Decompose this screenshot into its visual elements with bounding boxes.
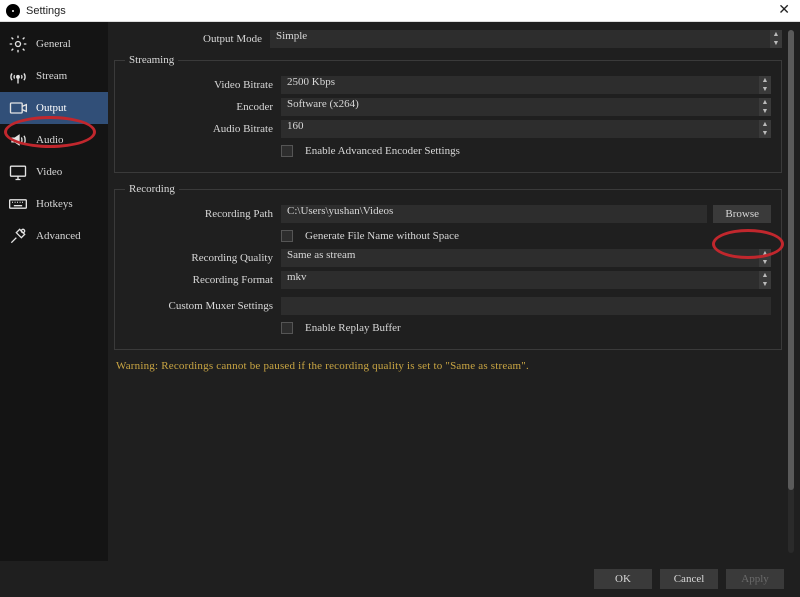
- apply-button[interactable]: Apply: [726, 569, 784, 589]
- app-icon: [6, 4, 20, 18]
- sidebar-item-label: Hotkeys: [36, 198, 73, 210]
- cancel-button[interactable]: Cancel: [660, 569, 718, 589]
- generate-no-space-label: Generate File Name without Space: [305, 230, 459, 242]
- keyboard-icon: [8, 194, 28, 214]
- close-button[interactable]: ✕: [774, 2, 794, 19]
- sidebar-item-stream[interactable]: Stream: [0, 60, 108, 92]
- output-icon: [8, 98, 28, 118]
- recording-group: Recording Recording Path C:\Users\yushan…: [114, 183, 782, 350]
- enable-replay-label: Enable Replay Buffer: [305, 322, 401, 334]
- recording-quality-spinner[interactable]: ▲▼: [759, 249, 771, 267]
- audio-bitrate-spinner[interactable]: ▲▼: [759, 120, 771, 138]
- sidebar-item-general[interactable]: General: [0, 28, 108, 60]
- video-bitrate-spinner[interactable]: ▲▼: [759, 76, 771, 94]
- sidebar: General Stream Output Audio Video Hotkey…: [0, 22, 108, 561]
- enable-advanced-label: Enable Advanced Encoder Settings: [305, 145, 460, 157]
- audio-bitrate-select[interactable]: 160: [281, 120, 771, 138]
- select-spinner[interactable]: ▲▼: [770, 30, 782, 48]
- browse-button[interactable]: Browse: [713, 205, 771, 223]
- tools-icon: [8, 226, 28, 246]
- sidebar-item-audio[interactable]: Audio: [0, 124, 108, 156]
- muxer-input[interactable]: [281, 297, 771, 315]
- titlebar: Settings ✕: [0, 0, 800, 22]
- video-bitrate-label: Video Bitrate: [125, 79, 281, 91]
- output-mode-select[interactable]: Simple: [270, 30, 782, 48]
- encoder-spinner[interactable]: ▲▼: [759, 98, 771, 116]
- main-panel: Output Mode Simple ▲▼ Streaming Video Bi…: [108, 22, 800, 561]
- broadcast-icon: [8, 66, 28, 86]
- enable-replay-checkbox[interactable]: [281, 322, 293, 334]
- sidebar-item-label: Output: [36, 102, 67, 114]
- muxer-label: Custom Muxer Settings: [125, 300, 281, 312]
- video-bitrate-input[interactable]: 2500 Kbps: [281, 76, 771, 94]
- streaming-legend: Streaming: [125, 54, 178, 66]
- warning-text: Warning: Recordings cannot be paused if …: [116, 360, 780, 372]
- sidebar-item-hotkeys[interactable]: Hotkeys: [0, 188, 108, 220]
- recording-path-label: Recording Path: [125, 208, 281, 220]
- recording-legend: Recording: [125, 183, 179, 195]
- ok-button[interactable]: OK: [594, 569, 652, 589]
- recording-quality-select[interactable]: Same as stream: [281, 249, 771, 267]
- recording-format-select[interactable]: mkv: [281, 271, 771, 289]
- app-body: General Stream Output Audio Video Hotkey…: [0, 22, 800, 597]
- speaker-icon: [8, 130, 28, 150]
- sidebar-item-advanced[interactable]: Advanced: [0, 220, 108, 252]
- streaming-group: Streaming Video Bitrate 2500 Kbps ▲▼ Enc…: [114, 54, 782, 173]
- sidebar-item-label: Video: [36, 166, 62, 178]
- sidebar-item-label: Stream: [36, 70, 67, 82]
- scrollbar-thumb[interactable]: [788, 30, 794, 490]
- footer: OK Cancel Apply: [0, 561, 800, 597]
- recording-path-input[interactable]: C:\Users\yushan\Videos: [281, 205, 707, 223]
- audio-bitrate-label: Audio Bitrate: [125, 123, 281, 135]
- enable-advanced-checkbox[interactable]: [281, 145, 293, 157]
- scrollbar[interactable]: [788, 30, 794, 553]
- recording-quality-label: Recording Quality: [125, 252, 281, 264]
- sidebar-item-output[interactable]: Output: [0, 92, 108, 124]
- recording-format-label: Recording Format: [125, 274, 281, 286]
- sidebar-item-label: Audio: [36, 134, 64, 146]
- encoder-label: Encoder: [125, 101, 281, 113]
- generate-no-space-checkbox[interactable]: [281, 230, 293, 242]
- encoder-select[interactable]: Software (x264): [281, 98, 771, 116]
- monitor-icon: [8, 162, 28, 182]
- gear-icon: [8, 34, 28, 54]
- sidebar-item-label: General: [36, 38, 71, 50]
- sidebar-item-label: Advanced: [36, 230, 81, 242]
- recording-format-spinner[interactable]: ▲▼: [759, 271, 771, 289]
- output-mode-label: Output Mode: [114, 33, 270, 45]
- window-title: Settings: [26, 5, 774, 17]
- sidebar-item-video[interactable]: Video: [0, 156, 108, 188]
